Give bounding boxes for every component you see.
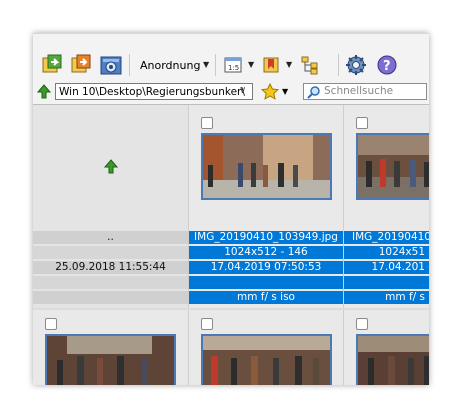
photo-thumbnail-image: [203, 336, 330, 385]
file-exif: mm f/ s iso: [189, 291, 343, 304]
file-dimensions: 1024x512 - 146: [189, 246, 343, 259]
bookmarks-button[interactable]: [261, 52, 281, 78]
file-checkbox[interactable]: [356, 117, 368, 129]
copy-to-folder-button[interactable]: [40, 52, 64, 78]
photo-thumbnail-image: [358, 336, 429, 385]
file-checkbox[interactable]: [45, 318, 57, 330]
star-icon: [260, 82, 280, 100]
file-thumbnail: [356, 334, 429, 385]
details-view-icon: 1:5: [224, 57, 242, 73]
go-up-button[interactable]: [36, 84, 52, 103]
gear-icon: [346, 55, 366, 75]
parent-folder-empty-row: [33, 246, 188, 259]
file-date: 17.04.2019 07:50:53: [189, 261, 343, 274]
svg-text:1:5: 1:5: [228, 64, 239, 72]
arrange-dropdown-arrow-icon[interactable]: ▼: [203, 60, 209, 69]
up-arrow-green-icon: [36, 84, 52, 99]
file-cell[interactable]: [189, 310, 344, 385]
arrange-menu-label[interactable]: Anordnung: [140, 59, 200, 72]
search-icon: [307, 85, 321, 102]
file-checkbox[interactable]: [356, 318, 368, 330]
address-bar: Win 10\Desktop\Regierungsbunker\ ∨ ▼ Sch…: [33, 81, 429, 105]
toolbar-separator: [129, 54, 130, 76]
file-thumbnail: [356, 133, 429, 200]
image-browser-window: Anordnung ▼ 1:5 ▼ ▼ ? Win 10\Desktop\Reg…: [33, 33, 429, 385]
file-empty-row: [189, 276, 343, 289]
parent-folder-name: ..: [33, 231, 188, 244]
file-date: 17.04.201: [344, 261, 429, 274]
file-checkbox[interactable]: [201, 117, 213, 129]
parent-folder-cell[interactable]: .. 25.09.2018 11:55:44: [33, 105, 189, 308]
folder-tree-button[interactable]: [299, 52, 321, 78]
path-dropdown-chevron-icon[interactable]: ∨: [239, 85, 246, 96]
path-input[interactable]: Win 10\Desktop\Regierungsbunker\: [55, 83, 253, 100]
file-exif: mm f/ s: [344, 291, 429, 304]
favorites-button[interactable]: [260, 82, 280, 104]
bookmarks-dropdown-arrow-icon[interactable]: ▼: [286, 60, 292, 69]
svg-text:?: ?: [383, 59, 391, 74]
bookmark-icon: [263, 57, 279, 73]
view-mode-button[interactable]: 1:5: [223, 52, 243, 78]
favorites-dropdown-arrow-icon[interactable]: ▼: [282, 87, 288, 96]
toolbar: Anordnung ▼ 1:5 ▼ ▼ ?: [33, 33, 429, 82]
file-cell[interactable]: [344, 310, 429, 385]
toolbar-separator: [215, 54, 216, 76]
view-dropdown-arrow-icon[interactable]: ▼: [248, 60, 254, 69]
file-name: IMG_20190410: [344, 231, 429, 244]
move-to-folder-button[interactable]: [69, 52, 93, 78]
camera-button[interactable]: [99, 52, 123, 78]
help-button[interactable]: ?: [376, 52, 398, 78]
move-orange-icon: [71, 54, 91, 73]
parent-folder-empty-row: [33, 276, 188, 289]
file-checkbox[interactable]: [201, 318, 213, 330]
thumbnail-grid: .. 25.09.2018 11:55:44 IMG_20190410_1039…: [33, 105, 429, 385]
camera-icon: [100, 56, 122, 75]
folder-tree-icon: [301, 56, 318, 75]
parent-folder-arrow-icon: [103, 159, 119, 178]
file-cell[interactable]: IMG_20190410 1024x51 17.04.201 mm f/ s: [344, 105, 429, 308]
copy-green-icon: [42, 54, 62, 73]
file-name: IMG_20190410_103949.jpg: [189, 231, 343, 244]
help-icon: ?: [377, 55, 397, 75]
parent-folder-empty-row: [33, 291, 188, 304]
photo-thumbnail-image: [358, 135, 429, 198]
file-thumbnail: [201, 133, 332, 200]
file-dimensions: 1024x51: [344, 246, 429, 259]
file-cell[interactable]: [33, 310, 189, 385]
settings-button[interactable]: [345, 52, 367, 78]
file-thumbnail: [45, 334, 176, 385]
file-cell[interactable]: IMG_20190410_103949.jpg 1024x512 - 146 1…: [189, 105, 344, 308]
parent-folder-date: 25.09.2018 11:55:44: [33, 261, 188, 274]
quick-search-input[interactable]: Schnellsuche: [303, 83, 427, 100]
toolbar-separator: [338, 54, 339, 76]
photo-thumbnail-image: [203, 135, 330, 198]
file-empty-row: [344, 276, 429, 289]
file-thumbnail: [201, 334, 332, 385]
photo-thumbnail-image: [47, 336, 174, 385]
